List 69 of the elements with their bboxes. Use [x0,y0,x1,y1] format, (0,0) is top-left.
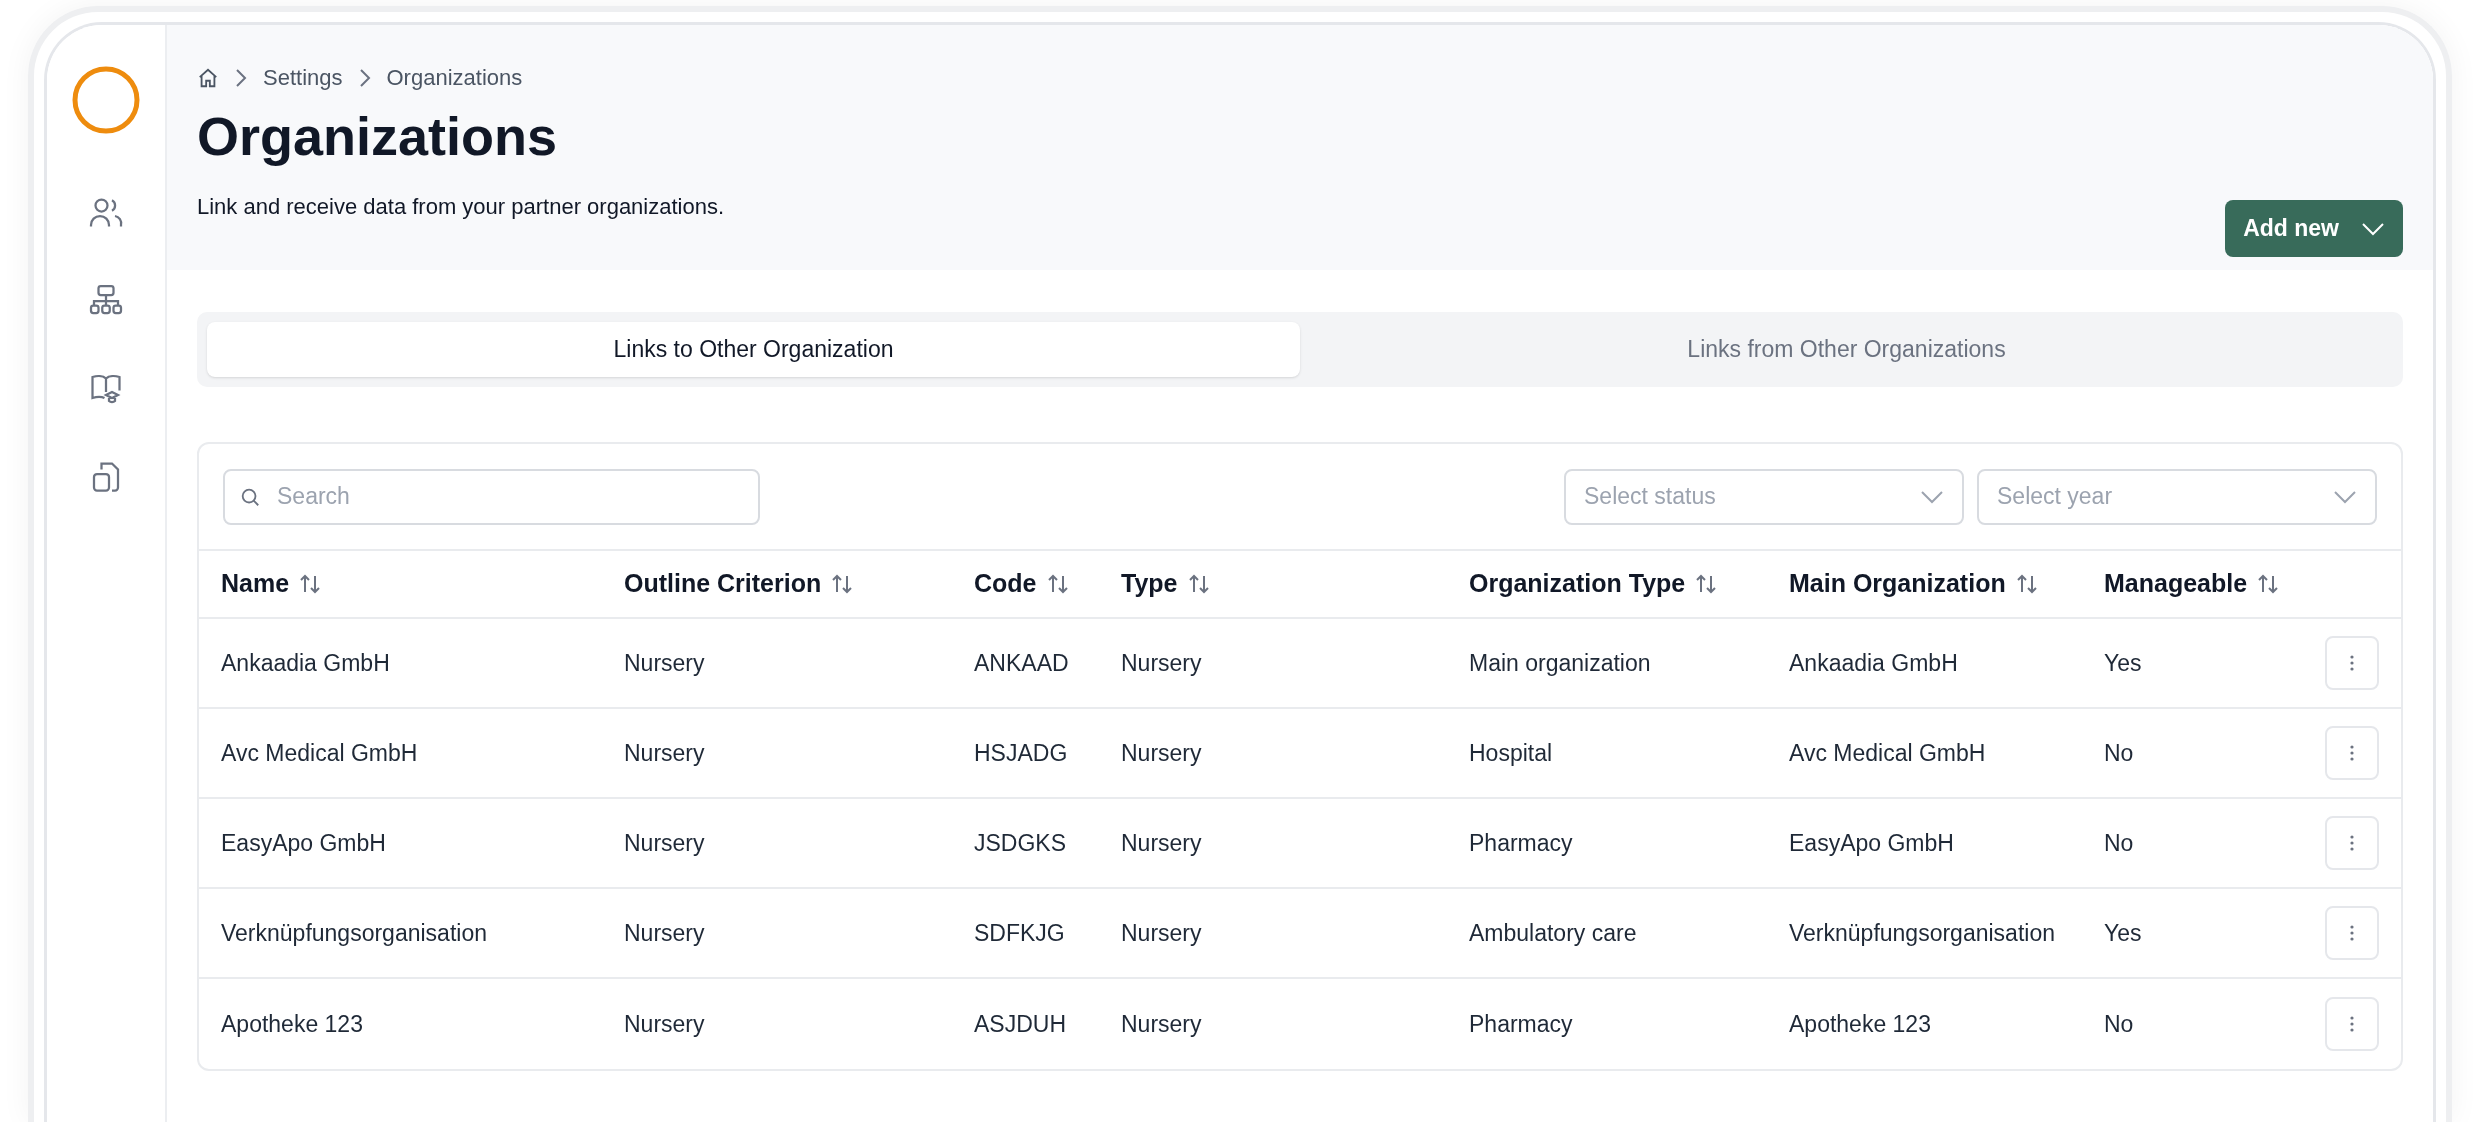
column-header[interactable]: Type [1121,565,1178,603]
table-cell-text: Avc Medical GmbH [1789,738,1987,768]
sort-icon[interactable] [299,573,322,595]
add-new-button[interactable]: Add new [2225,200,2403,257]
table-cell-text: SDFKJG [974,918,1066,948]
sort-icon[interactable] [1187,573,1210,595]
table-cell-text: Main organization [1469,648,1652,678]
table-cell-text: No [2104,738,2135,768]
chevron-down-icon [1920,489,1944,504]
page-title: Organizations [197,105,559,168]
sort-icon[interactable] [1046,573,1069,595]
table-cell-text: Avc Medical GmbH [221,738,419,768]
table-cell-text: Nursery [624,828,706,858]
column-header[interactable]: Organization Type [1469,565,1686,603]
table-cell-text: No [2104,1009,2135,1039]
column-header[interactable]: Main Organization [1789,565,2006,603]
table-cell-text: HSJADG [974,738,1069,768]
table-cell-text: Verknüpfungsorganisation [1789,918,2056,948]
chevron-down-icon [2333,489,2357,504]
table-cell-text: ASJDUH [974,1009,1067,1039]
table-cell-text: Nursery [1121,1009,1203,1039]
more-vertical-icon [2350,655,2354,671]
table-cell-text: No [2104,828,2135,858]
more-vertical-icon [2350,745,2354,761]
table-cell-text: Nursery [624,918,706,948]
table-cell-text: Nursery [624,738,706,768]
table-cell-text: Pharmacy [1469,1009,1574,1039]
tab[interactable]: Links from Other Organizations [1300,322,2393,377]
table-cell-text: Yes [2104,648,2143,678]
table-cell-text: Nursery [1121,918,1203,948]
table-cell-text: JSDGKS [974,828,1068,858]
table-cell-text: Ankaadia GmbH [1789,648,1959,678]
column-header[interactable]: Name [221,565,290,603]
sort-icon[interactable] [2257,573,2280,595]
tab[interactable]: Links to Other Organization [207,322,1300,377]
table-cell-text: Pharmacy [1469,828,1574,858]
sort-icon[interactable] [2015,573,2038,595]
table-cell-text: Apotheke 123 [1789,1009,1932,1039]
breadcrumb-link[interactable]: Organizations [386,61,523,94]
column-header[interactable]: Manageable [2104,565,2248,603]
sort-icon[interactable] [831,573,854,595]
table-cell-text: Apotheke 123 [221,1009,364,1039]
table-cell-text: Nursery [1121,738,1203,768]
table-cell-text: Yes [2104,918,2143,948]
table-cell-text: EasyApo GmbH [1789,828,1955,858]
chevron-right-icon [358,67,371,88]
logo-icon [71,65,141,135]
sort-icon[interactable] [1695,573,1718,595]
table-cell-text: EasyApo GmbH [221,828,387,858]
chevron-right-icon [235,67,247,88]
search-field[interactable]: Search [223,468,760,525]
table-cell-text: Nursery [1121,828,1203,858]
table-cell-text: Ambulatory care [1469,918,1638,948]
more-vertical-icon [2350,925,2354,941]
table-cell-text: Ankaadia GmbH [221,648,391,678]
table-cell-text: Hospital [1469,738,1554,768]
page-subtitle: Link and receive data from your partner organizations. [197,193,725,221]
breadcrumb-link[interactable]: Settings [263,61,343,94]
more-vertical-icon [2350,835,2354,851]
column-header[interactable]: Outline Criterion [624,565,822,603]
table-cell-text: ANKAAD [974,648,1070,678]
home-icon[interactable] [197,66,219,89]
table-cell-text: Nursery [624,1009,706,1039]
more-vertical-icon [2350,1016,2354,1032]
chevron-down-icon [2361,221,2385,236]
table-cell-text: Verknüpfungsorganisation [221,918,488,948]
column-header[interactable]: Code [974,565,1037,603]
table-cell-text: Nursery [1121,648,1203,678]
table-cell-text: Nursery [624,648,706,678]
